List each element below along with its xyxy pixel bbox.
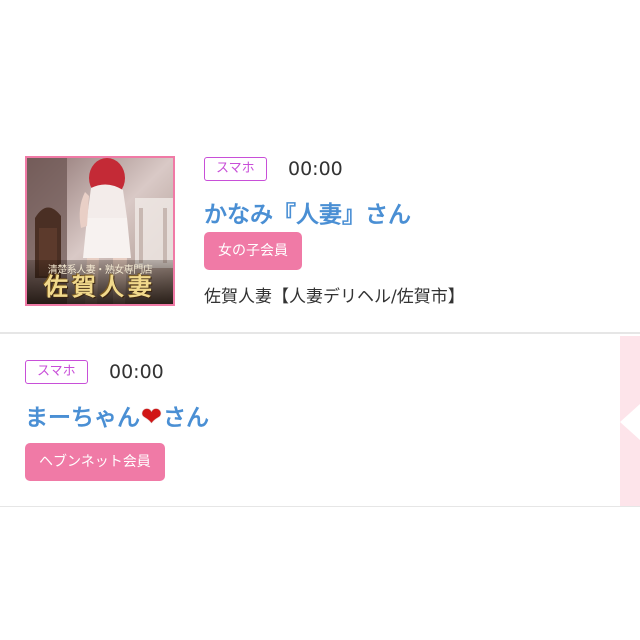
member-type-badge: 女の子会員 xyxy=(204,232,302,270)
heart-icon: ❤ xyxy=(141,402,162,431)
message-list-page: 清楚系人妻・熟女専門店 佐賀人妻 スマホ 00:00 かなみ『人妻』さん 女の子… xyxy=(0,0,640,640)
accent-notch xyxy=(620,404,640,440)
member-name-link[interactable]: まーちゃん❤さん xyxy=(25,398,209,432)
shop-name-link[interactable]: 佐賀人妻【人妻デリヘル/佐賀市】 xyxy=(204,282,465,307)
thumbnail-shop-logo: 佐賀人妻 xyxy=(44,272,156,301)
member-name-suffix: さん xyxy=(162,405,209,431)
post-time: 00:00 xyxy=(109,361,164,383)
device-badge: スマホ xyxy=(25,360,88,384)
list-item[interactable]: 清楚系人妻・熟女専門店 佐賀人妻 スマホ 00:00 かなみ『人妻』さん 女の子… xyxy=(0,142,640,334)
member-name-text: まーちゃん xyxy=(25,405,140,431)
post-time: 00:00 xyxy=(288,158,343,180)
member-type-badge: ヘブンネット会員 xyxy=(25,443,165,481)
member-name-link[interactable]: かなみ『人妻』さん xyxy=(204,195,411,229)
profile-thumbnail[interactable]: 清楚系人妻・熟女専門店 佐賀人妻 xyxy=(25,156,175,306)
device-badge: スマホ xyxy=(204,157,267,181)
list-item[interactable]: スマホ 00:00 まーちゃん❤さん ヘブンネット会員 xyxy=(0,336,640,507)
